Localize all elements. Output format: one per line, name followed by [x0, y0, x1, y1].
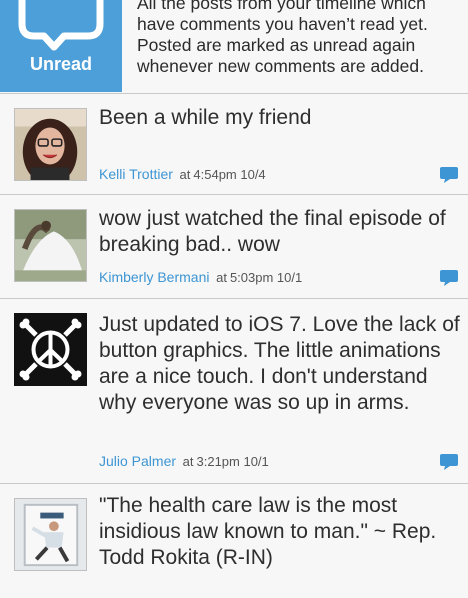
unread-header: Unread All the posts from your timeline … [0, 0, 468, 94]
comment-icon[interactable] [440, 454, 458, 470]
post-item[interactable]: Just updated to iOS 7. Love the lack of … [0, 299, 468, 484]
post-text: wow just watched the final episode of br… [99, 207, 446, 256]
avatar[interactable] [14, 313, 87, 386]
post-text: Just updated to iOS 7. Love the lack of … [99, 313, 460, 414]
post-timestamp: 4:54pm 10/4 [193, 167, 266, 182]
post-author-link[interactable]: Kelli Trottier [99, 166, 173, 182]
avatar[interactable] [14, 209, 87, 282]
avatar[interactable] [14, 498, 87, 571]
post-item[interactable]: Been a while my friend Kelli Trottier at… [0, 94, 468, 195]
unread-tab-label: Unread [29, 54, 92, 74]
comment-bubble-icon [18, 0, 104, 51]
post-text: "The health care law is the most insidio… [99, 494, 437, 569]
post-meta: Julio Palmer at 3:21pm 10/1 [99, 453, 269, 469]
post-meta: Kimberly Bermani at 5:03pm 10/1 [99, 269, 302, 285]
avatar[interactable] [14, 108, 87, 181]
post-at-label: at [182, 454, 194, 469]
unread-tab[interactable]: Unread [0, 0, 122, 92]
post-item[interactable]: "The health care law is the most insidio… [0, 484, 468, 598]
unread-description: All the posts from your timeline which h… [137, 0, 428, 76]
post-timestamp: 3:21pm 10/1 [196, 454, 269, 469]
post-timestamp: 5:03pm 10/1 [229, 270, 303, 285]
post-at-label: at [179, 167, 191, 182]
post-text: Been a while my friend [99, 106, 312, 129]
comment-icon[interactable] [440, 270, 458, 286]
post-author-link[interactable]: Kimberly Bermani [99, 269, 209, 285]
post-at-label: at [216, 270, 227, 285]
post-item[interactable]: wow just watched the final episode of br… [0, 195, 468, 299]
comment-icon[interactable] [440, 167, 458, 183]
post-author-link[interactable]: Julio Palmer [99, 453, 176, 469]
post-meta: Kelli Trottier at 4:54pm 10/4 [99, 166, 266, 182]
